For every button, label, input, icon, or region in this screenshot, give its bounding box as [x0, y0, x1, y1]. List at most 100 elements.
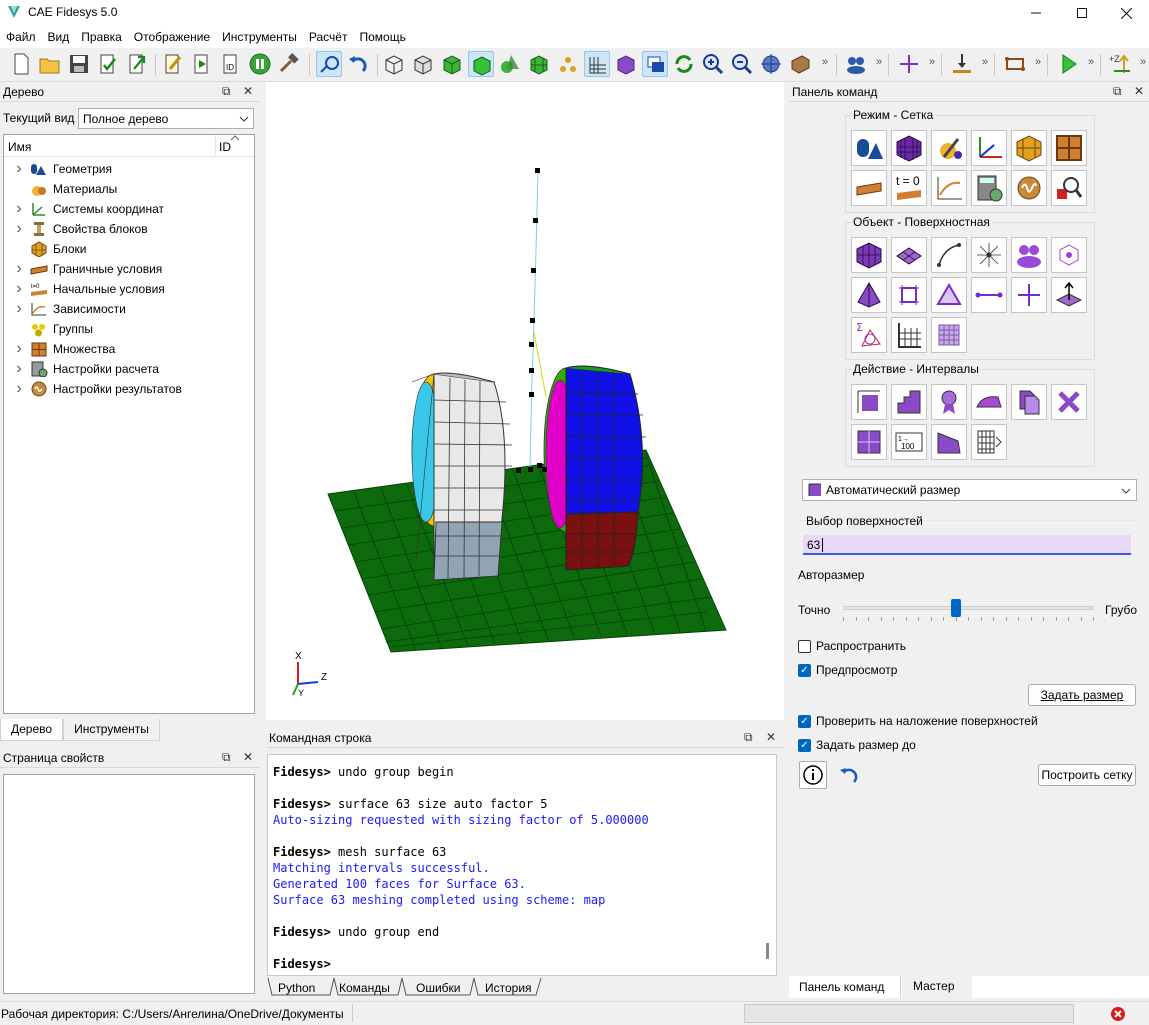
- object-tetra-button[interactable]: [851, 277, 887, 313]
- tab-history[interactable]: История: [485, 981, 532, 995]
- object-vertex-button[interactable]: [971, 237, 1007, 273]
- expand-arrow-icon[interactable]: ›: [12, 300, 26, 318]
- tree-item[interactable]: › Зависимости: [4, 299, 126, 319]
- object-node-button[interactable]: [1011, 277, 1047, 313]
- menu-edit[interactable]: Правка: [77, 30, 130, 44]
- action-bias-button[interactable]: [931, 424, 967, 460]
- nodes-view-button[interactable]: [555, 51, 581, 77]
- mode-sets-button[interactable]: [1051, 130, 1087, 166]
- tab-python[interactable]: Python: [278, 981, 315, 995]
- load-button[interactable]: [949, 51, 975, 77]
- error-stop-icon[interactable]: [1110, 1006, 1126, 1022]
- float-panel-icon[interactable]: ⧉: [222, 750, 231, 765]
- set-size-button[interactable]: Задать размер: [1028, 684, 1136, 706]
- object-table-button[interactable]: [931, 317, 967, 353]
- action-interval-button[interactable]: [851, 384, 887, 420]
- journal-id-button[interactable]: ID: [218, 51, 244, 77]
- command-console[interactable]: Fidesys> undo group begin Fidesys> surfac…: [267, 754, 777, 976]
- zoom-in-button[interactable]: [700, 51, 726, 77]
- zoom-out-button[interactable]: [729, 51, 755, 77]
- autosize-slider-thumb[interactable]: [950, 599, 961, 617]
- action-copy-button[interactable]: [1011, 384, 1047, 420]
- smooth-shaded-view-button[interactable]: [468, 51, 494, 77]
- tree-item[interactable]: › Настройки результатов: [4, 379, 182, 399]
- tree-item[interactable]: › t=0 Начальные условия: [4, 279, 164, 299]
- tree-item[interactable]: › Граничные условия: [4, 259, 162, 279]
- action-smooth-button[interactable]: [971, 384, 1007, 420]
- mode-dependencies-button[interactable]: [931, 170, 967, 206]
- groups-button[interactable]: [843, 51, 869, 77]
- action-delete-button[interactable]: [1051, 384, 1087, 420]
- expand-arrow-icon[interactable]: ›: [12, 280, 26, 298]
- tab-errors[interactable]: Ошибки: [416, 981, 461, 995]
- object-tri-button[interactable]: [931, 277, 967, 313]
- info-button[interactable]: [799, 761, 827, 789]
- mode-search-button[interactable]: [1051, 170, 1087, 206]
- action-count-button[interactable]: 1→ 100: [891, 424, 927, 460]
- object-curve-button[interactable]: [931, 237, 967, 273]
- menu-display[interactable]: Отображение: [130, 30, 218, 44]
- grid-toggle-button[interactable]: [584, 51, 610, 77]
- minimize-button[interactable]: [1013, 0, 1059, 26]
- add-point-button[interactable]: [896, 51, 922, 77]
- mode-geometry-button[interactable]: [851, 130, 887, 166]
- tree-item[interactable]: › Настройки расчета: [4, 359, 159, 379]
- close-window-button[interactable]: [1103, 0, 1149, 26]
- close-panel-icon[interactable]: ✕: [1134, 84, 1144, 98]
- float-panel-icon[interactable]: ⧉: [744, 730, 753, 745]
- solid-box-button[interactable]: [787, 51, 813, 77]
- reset-button[interactable]: [836, 763, 862, 789]
- close-panel-icon[interactable]: ✕: [243, 750, 253, 764]
- mode-coordinate-button[interactable]: [971, 130, 1007, 166]
- expand-arrow-icon[interactable]: ›: [12, 340, 26, 358]
- view-plus-z-button[interactable]: +Z: [1108, 51, 1134, 77]
- check-overlap-checkbox[interactable]: ✓: [798, 715, 811, 728]
- tab-tools[interactable]: Инструменты: [63, 719, 160, 741]
- mode-boundary-button[interactable]: [851, 170, 887, 206]
- fit-view-button[interactable]: [758, 51, 784, 77]
- preview-checkbox[interactable]: ✓: [798, 664, 811, 677]
- build-mesh-button[interactable]: Построить сетку: [1038, 764, 1136, 786]
- current-view-select[interactable]: Полное дерево: [78, 108, 254, 129]
- new-file-button[interactable]: [8, 51, 34, 77]
- sizing-method-select[interactable]: Автоматический размер: [802, 479, 1137, 501]
- action-scheme-button[interactable]: [851, 424, 887, 460]
- object-normal-button[interactable]: [1051, 277, 1087, 313]
- action-size-button[interactable]: [891, 384, 927, 420]
- box-view-button[interactable]: [613, 51, 639, 77]
- tree-item[interactable]: › Геометрия: [4, 159, 112, 179]
- object-mesh-grid-button[interactable]: [891, 317, 927, 353]
- menu-file[interactable]: Файл: [2, 30, 44, 44]
- tree-item[interactable]: Группы: [4, 319, 93, 339]
- object-nodeset-button[interactable]: [1051, 237, 1087, 273]
- tree-item[interactable]: Материалы: [4, 179, 117, 199]
- float-panel-icon[interactable]: ⧉: [1113, 84, 1122, 99]
- expand-arrow-icon[interactable]: ›: [12, 380, 26, 398]
- action-auto-size-button[interactable]: [931, 384, 967, 420]
- float-panel-icon[interactable]: ⧉: [222, 84, 231, 99]
- menu-tools[interactable]: Инструменты: [218, 30, 305, 44]
- object-group-button[interactable]: [1011, 237, 1047, 273]
- object-surface-button[interactable]: [891, 237, 927, 273]
- shaded-view-button[interactable]: [439, 51, 465, 77]
- expand-arrow-icon[interactable]: ›: [12, 220, 26, 238]
- column-name-header[interactable]: Имя: [8, 140, 31, 154]
- mode-initial-button[interactable]: t = 0: [891, 170, 927, 206]
- menu-help[interactable]: Помощь: [355, 30, 413, 44]
- object-volume-button[interactable]: [851, 237, 887, 273]
- tools-hammer-button[interactable]: [276, 51, 302, 77]
- close-panel-icon[interactable]: ✕: [766, 730, 776, 744]
- autosize-slider-track[interactable]: [843, 606, 1094, 610]
- pause-button[interactable]: [247, 51, 273, 77]
- menu-analysis[interactable]: Расчёт: [305, 30, 356, 44]
- undo-button[interactable]: [345, 51, 371, 77]
- column-id-header[interactable]: ID: [219, 140, 231, 154]
- object-quad-button[interactable]: [891, 277, 927, 313]
- expand-arrow-icon[interactable]: ›: [12, 260, 26, 278]
- tab-tree[interactable]: Дерево: [0, 719, 64, 741]
- window-view-button[interactable]: [642, 51, 668, 77]
- open-file-button[interactable]: [37, 51, 63, 77]
- run-script-button[interactable]: [189, 51, 215, 77]
- maximize-button[interactable]: [1059, 0, 1105, 26]
- tree-item[interactable]: Блоки: [4, 239, 87, 259]
